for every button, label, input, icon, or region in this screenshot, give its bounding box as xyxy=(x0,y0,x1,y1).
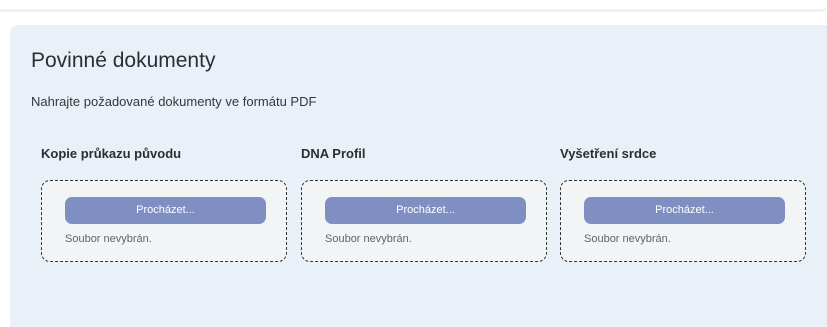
file-status-text: Soubor nevybrán. xyxy=(325,233,412,245)
document-label: Vyšetření srdce xyxy=(560,146,657,161)
file-status-text: Soubor nevybrán. xyxy=(584,233,671,245)
file-dropzone[interactable]: Procházet... Soubor nevybrán. xyxy=(560,180,806,262)
section-subtitle: Nahrajte požadované dokumenty ve formátu… xyxy=(31,94,317,109)
section-title: Povinné dokumenty xyxy=(31,49,216,72)
document-label: Kopie průkazu původu xyxy=(41,146,182,161)
file-status-text: Soubor nevybrán. xyxy=(65,233,152,245)
browse-button[interactable]: Procházet... xyxy=(584,197,785,224)
document-label: DNA Profil xyxy=(301,146,366,161)
file-dropzone[interactable]: Procházet... Soubor nevybrán. xyxy=(301,180,547,262)
file-dropzone[interactable]: Procházet... Soubor nevybrán. xyxy=(41,180,287,262)
top-card-edge xyxy=(0,0,827,12)
browse-button[interactable]: Procházet... xyxy=(325,197,526,224)
browse-button[interactable]: Procházet... xyxy=(65,197,266,224)
